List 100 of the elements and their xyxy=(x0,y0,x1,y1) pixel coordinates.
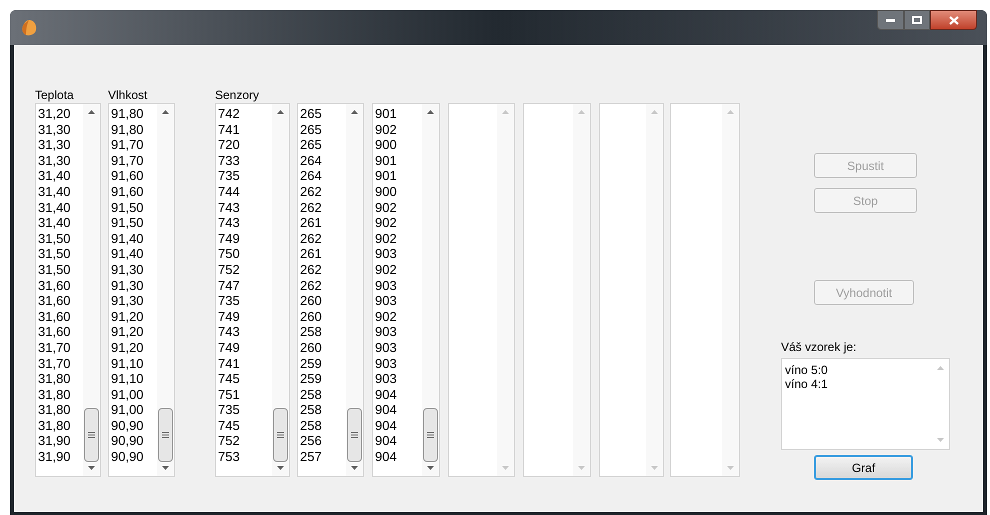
scroll-up-arrow-icon[interactable] xyxy=(351,110,358,114)
list-item[interactable]: 91,00 xyxy=(111,386,157,402)
list-item[interactable]: 265 xyxy=(300,137,346,153)
list-item[interactable]: 31,60 xyxy=(38,308,83,324)
list-item[interactable]: 91,40 xyxy=(111,230,157,246)
list-item[interactable]: 256 xyxy=(300,433,346,450)
list-item[interactable]: 90,90 xyxy=(111,418,157,434)
list-item[interactable]: 902 xyxy=(375,215,422,231)
list-item[interactable]: 31,70 xyxy=(38,356,83,372)
list-item[interactable]: 262 xyxy=(300,230,346,246)
list-item[interactable]: 260 xyxy=(300,308,346,324)
list-item[interactable]: 90,90 xyxy=(111,449,157,465)
list-item[interactable]: 31,30 xyxy=(38,137,83,153)
list-item[interactable]: 91,10 xyxy=(111,371,157,387)
list-item[interactable]: 900 xyxy=(375,137,422,153)
list-item[interactable]: 91,80 xyxy=(111,122,157,138)
list-item[interactable]: 259 xyxy=(300,371,346,387)
list-item[interactable]: 903 xyxy=(375,293,422,309)
list-item[interactable]: 904 xyxy=(375,386,422,402)
list-item[interactable]: 904 xyxy=(375,418,422,434)
list-item[interactable]: 31,30 xyxy=(38,152,83,168)
list-item[interactable]: 904 xyxy=(375,449,422,465)
list-item[interactable]: 31,80 xyxy=(38,386,83,402)
list-item[interactable]: 903 xyxy=(375,340,422,356)
scroll-up-arrow-icon[interactable] xyxy=(427,110,434,114)
scrollbar-thumb[interactable] xyxy=(423,408,438,462)
list-item[interactable]: 258 xyxy=(300,324,346,340)
list-item[interactable]: 31,80 xyxy=(38,418,83,434)
list-item[interactable]: 752 xyxy=(218,433,272,450)
list-box[interactable]: 265 265 265 264 264 262 262 261 262 261 262 262 260 260 258 260 259 259 258 258 258 256 257 xyxy=(297,103,364,477)
list-item[interactable]: 743 xyxy=(218,215,272,231)
scrollbar[interactable] xyxy=(83,104,100,476)
scroll-down-arrow-icon[interactable] xyxy=(351,466,358,470)
list-item[interactable]: 31,60 xyxy=(38,293,83,309)
list-item[interactable]: 31,50 xyxy=(38,230,83,246)
list-item[interactable]: 903 xyxy=(375,371,422,387)
scrollbar[interactable] xyxy=(422,104,439,476)
list-item[interactable]: 264 xyxy=(300,152,346,168)
list-item[interactable]: 259 xyxy=(300,356,346,372)
list-item[interactable]: 262 xyxy=(300,262,346,278)
scroll-down-arrow-icon[interactable] xyxy=(427,466,434,470)
list-item[interactable]: 31,40 xyxy=(38,200,83,216)
list-item[interactable]: 902 xyxy=(375,262,422,278)
list-box[interactable] xyxy=(523,103,591,477)
list-box[interactable] xyxy=(448,103,515,477)
scroll-up-arrow-icon[interactable] xyxy=(88,110,95,114)
list-item[interactable]: 91,60 xyxy=(111,184,157,200)
list-item[interactable]: 742 xyxy=(218,106,272,122)
list-item[interactable]: 31,90 xyxy=(38,449,83,465)
list-item[interactable]: 900 xyxy=(375,184,422,200)
list-item[interactable]: 31,40 xyxy=(38,184,83,200)
list-item[interactable]: 904 xyxy=(375,402,422,418)
list-item[interactable]: 31,50 xyxy=(38,246,83,262)
list-item[interactable]: 91,80 xyxy=(111,106,157,122)
scroll-down-arrow-icon[interactable] xyxy=(162,466,169,470)
list-item[interactable]: 91,40 xyxy=(111,246,157,262)
list-item[interactable]: 749 xyxy=(218,340,272,356)
list-item[interactable]: 91,30 xyxy=(111,278,157,294)
list-item[interactable]: 91,10 xyxy=(111,356,157,372)
list-item[interactable]: 750 xyxy=(218,246,272,262)
list-item[interactable]: 902 xyxy=(375,200,422,216)
list-box[interactable]: 91,80 91,80 91,70 91,70 91,60 91,60 91,50 91,50 91,40 91,40 91,30 91,30 91,30 91,20 91,20 91,20 91,10 91,10 91,00 91,00 90,90 90,90 90,90 xyxy=(108,103,175,477)
list-item[interactable]: 743 xyxy=(218,324,272,340)
list-item[interactable]: 31,90 xyxy=(38,433,83,450)
maximize-button[interactable] xyxy=(904,10,930,30)
scroll-down-arrow-icon[interactable] xyxy=(277,466,284,470)
scrollbar-thumb[interactable] xyxy=(347,408,362,462)
scrollbar[interactable] xyxy=(272,104,289,476)
list-item[interactable]: 91,50 xyxy=(111,200,157,216)
list-item[interactable]: 31,80 xyxy=(38,402,83,418)
list-item[interactable]: 31,30 xyxy=(38,122,83,138)
list-box[interactable]: 901 902 900 901 901 900 902 902 902 903 902 903 903 902 903 903 903 903 904 904 904 904 904 xyxy=(372,103,440,477)
list-item[interactable]: 91,30 xyxy=(111,262,157,278)
list-item[interactable]: 264 xyxy=(300,168,346,184)
list-item[interactable]: 904 xyxy=(375,433,422,450)
list-item[interactable]: 260 xyxy=(300,340,346,356)
list-item[interactable]: 31,80 xyxy=(38,371,83,387)
list-item[interactable]: 261 xyxy=(300,215,346,231)
list-item[interactable]: 901 xyxy=(375,106,422,122)
list-box[interactable] xyxy=(599,103,664,477)
list-item[interactable]: 261 xyxy=(300,246,346,262)
list-item[interactable]: 31,40 xyxy=(38,215,83,231)
list-item[interactable]: 749 xyxy=(218,308,272,324)
list-item[interactable]: 749 xyxy=(218,230,272,246)
list-item[interactable]: 91,50 xyxy=(111,215,157,231)
list-item[interactable]: 741 xyxy=(218,122,272,138)
list-item[interactable]: 91,00 xyxy=(111,402,157,418)
list-item[interactable]: 90,90 xyxy=(111,433,157,450)
list-item[interactable]: 745 xyxy=(218,418,272,434)
scrollbar-thumb[interactable] xyxy=(84,408,99,462)
action-button[interactable]: Graf xyxy=(814,455,913,480)
list-item[interactable]: 258 xyxy=(300,402,346,418)
list-item[interactable]: 257 xyxy=(300,449,346,465)
list-item[interactable]: 747 xyxy=(218,278,272,294)
list-item[interactable]: 903 xyxy=(375,324,422,340)
list-box[interactable] xyxy=(670,103,740,477)
list-item[interactable]: 91,20 xyxy=(111,308,157,324)
list-item[interactable]: 91,20 xyxy=(111,324,157,340)
list-item[interactable]: 262 xyxy=(300,278,346,294)
list-box[interactable]: 742 741 720 733 735 744 743 743 749 750 752 747 735 749 743 749 741 745 751 735 745 752 753 xyxy=(215,103,290,477)
